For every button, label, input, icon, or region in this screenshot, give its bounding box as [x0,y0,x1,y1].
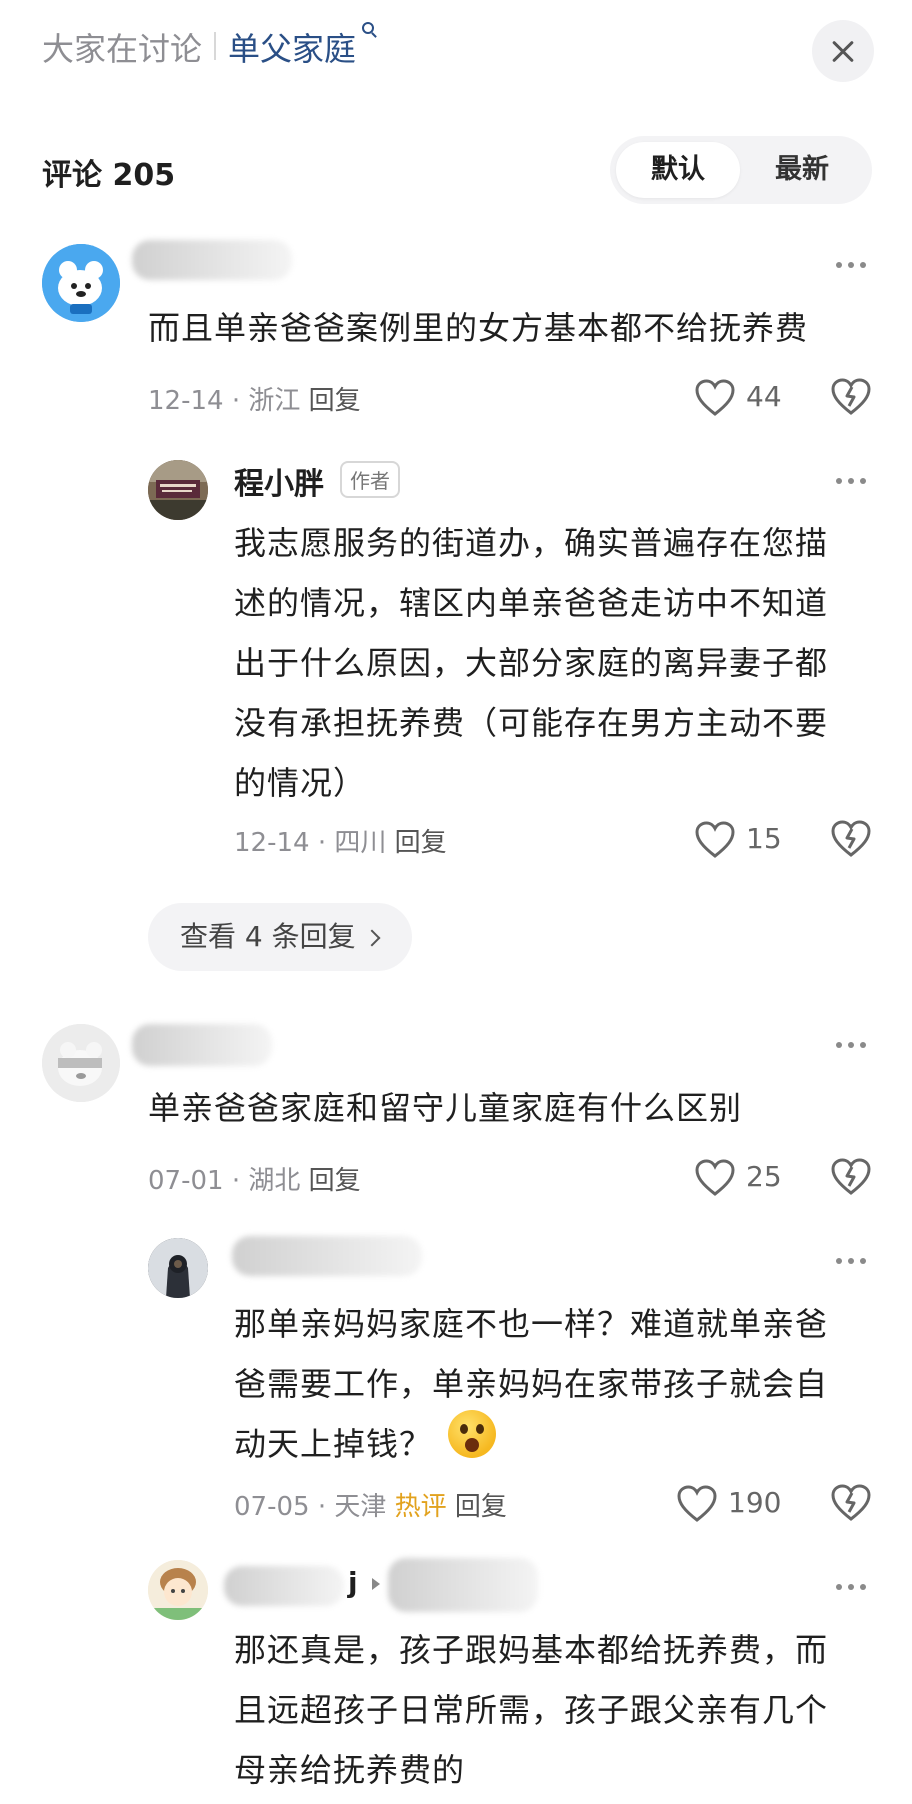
heart-icon [695,379,735,416]
dislike-icon[interactable] [830,376,872,418]
like-button[interactable]: 15 [694,818,804,862]
reply-button[interactable]: 回复 [395,828,447,858]
avatar[interactable] [42,244,120,322]
avatar[interactable] [148,460,208,520]
comment-date-location: 12-14 · 四川 [234,828,387,858]
comment-line: 没有承担抚养费（可能存在男方主动不要 [234,704,829,742]
like-count: 25 [746,1160,782,1193]
comment-count: 评论 205 [42,158,176,193]
comment-text: 而且单亲爸爸案例里的女方基本都不给抚养费 [148,309,809,347]
username-redacted [232,1236,422,1276]
username-redacted [132,1024,272,1066]
comments-panel: 大家在讨论 单父家庭 评论 205 默认 最新 而且单亲爸爸案例里的女方基本都不… [0,0,912,1804]
author-badge: 作者 [340,461,400,498]
comment-text: 单亲爸爸家庭和留守儿童家庭有什么区别 [148,1089,743,1127]
more-icon[interactable] [832,260,872,270]
like-button[interactable]: 44 [694,376,804,420]
dislike-icon[interactable] [830,1482,872,1524]
comment-text: 我志愿服务的街道办，确实普遍存在您描 述的情况，辖区内单亲爸爸走访中不知道 出于… [234,513,828,813]
sort-default-tab[interactable]: 默认 [616,142,740,198]
reply-button[interactable]: 回复 [309,386,361,416]
avatar[interactable] [148,1560,208,1620]
like-count: 190 [728,1486,782,1519]
comment-line: 爸需要工作，单亲妈妈在家带孩子就会自 [234,1365,829,1403]
dislike-icon[interactable] [830,1156,872,1198]
view-replies-button[interactable]: 查看 4 条回复 [148,903,412,971]
heart-icon [677,1485,717,1522]
heart-icon [695,1159,735,1196]
search-icon[interactable] [362,22,374,34]
avatar[interactable] [148,1238,208,1298]
view-replies-label: 查看 4 条回复 [180,920,356,953]
comment-meta: 07-05 · 天津 热评 回复 [234,1486,507,1523]
shocked-emoji-icon [448,1410,496,1458]
avatar-image [42,244,120,322]
comment-meta: 12-14 · 四川 回复 [234,822,447,859]
comment-line: 出于什么原因，大部分家庭的离异妻子都 [234,644,829,682]
comment-meta: 12-14 · 浙江 回复 [148,380,361,417]
avatar-image [42,1024,120,1102]
comment-line: 那还真是，孩子跟妈基本都给抚养费，而 [234,1631,829,1669]
avatar-image [148,1238,208,1298]
dislike-icon[interactable] [830,818,872,860]
reply-arrow-icon [372,1578,380,1590]
like-count: 15 [746,822,782,855]
comment-line: 那单亲妈妈家庭不也一样？难道就单亲爸 [234,1305,829,1343]
comment-text: 那还真是，孩子跟妈基本都给抚养费，而 且远超孩子日常所需，孩子跟父亲有几个 母亲… [234,1620,828,1800]
username-tail: j [348,1566,358,1599]
like-button[interactable]: 190 [676,1482,806,1526]
reply-target-redacted [388,1558,538,1612]
username-redacted [224,1566,344,1606]
more-icon[interactable] [832,1040,872,1050]
comment-date-location: 07-05 · 天津 [234,1492,387,1522]
avatar-image [148,1560,208,1620]
comment-line: 的情况） [234,764,367,802]
chevron-right-icon [363,929,381,947]
heart-icon [695,821,735,858]
discussion-label: 大家在讨论 [42,30,203,68]
comment-line: 动天上掉钱？ [234,1425,433,1463]
reply-button[interactable]: 回复 [309,1166,361,1196]
comment-date-location: 12-14 · 浙江 [148,386,301,416]
more-icon[interactable] [832,1582,872,1592]
more-icon[interactable] [832,1256,872,1266]
reply-button[interactable]: 回复 [455,1492,507,1522]
avatar[interactable] [42,1024,120,1102]
comment-date-location: 07-01 · 湖北 [148,1166,301,1196]
top-bar: 大家在讨论 单父家庭 [0,0,912,100]
author-username[interactable]: 程小胖 [234,459,324,503]
comment-line: 述的情况，辖区内单亲爸爸走访中不知道 [234,584,829,622]
avatar-image [148,460,208,520]
topic-link[interactable]: 单父家庭 [228,24,356,70]
sort-latest-tab[interactable]: 最新 [740,142,864,198]
comment-meta: 07-01 · 湖北 回复 [148,1160,361,1197]
like-count: 44 [746,380,782,413]
comment-line: 母亲给抚养费的 [234,1751,466,1789]
more-icon[interactable] [832,476,872,486]
username-redacted [132,240,292,280]
divider [214,32,216,60]
comment-line: 我志愿服务的街道办，确实普遍存在您描 [234,524,829,562]
close-button[interactable] [812,20,874,82]
hot-comment-badge: 热评 [394,1492,447,1522]
comment-line: 且远超孩子日常所需，孩子跟父亲有几个 [234,1691,829,1729]
comment-text: 那单亲妈妈家庭不也一样？难道就单亲爸 爸需要工作，单亲妈妈在家带孩子就会自 动天… [234,1294,828,1474]
sort-toggle: 默认 最新 [610,136,872,204]
like-button[interactable]: 25 [694,1156,804,1200]
